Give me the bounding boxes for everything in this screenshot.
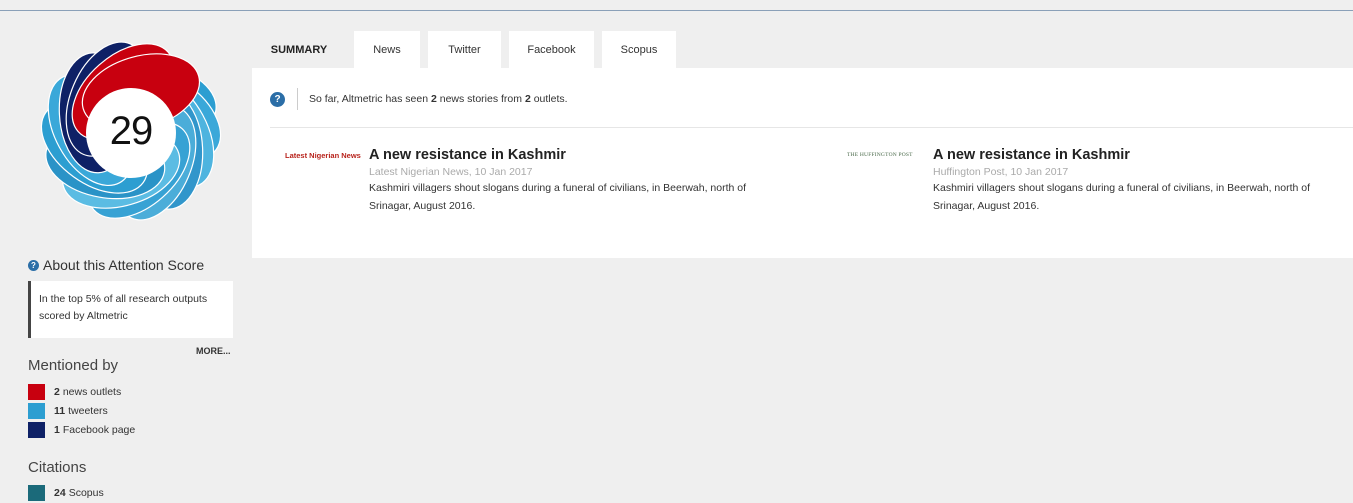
citation-label: Scopus — [68, 487, 104, 499]
info-text: So far, Altmetric has seen 2 news storie… — [309, 93, 568, 105]
tab-scopus[interactable]: Scopus — [602, 31, 676, 68]
citations-title: Citations — [28, 459, 87, 476]
story-meta: Latest Nigerian News, 10 Jan 2017 — [369, 166, 533, 178]
news-panel: ? So far, Altmetric has seen 2 news stor… — [252, 68, 1353, 258]
mention-label: news outlets — [62, 386, 122, 398]
attention-score: 29 — [109, 108, 154, 153]
scopus-swatch — [28, 485, 45, 501]
about-attention-score-link[interactable]: ? About this Attention Score — [28, 257, 204, 273]
help-icon[interactable]: ? — [270, 91, 285, 107]
score-context-box: In the top 5% of all research outputs sc… — [28, 281, 233, 338]
mention-count: 1 — [54, 424, 60, 436]
mention-label: tweeters — [68, 405, 108, 417]
more-link[interactable]: MORE... — [196, 346, 231, 356]
news-swatch — [28, 384, 45, 400]
citation-count: 24 — [54, 487, 66, 499]
mention-count: 11 — [54, 405, 66, 417]
info-line: ? So far, Altmetric has seen 2 news stor… — [270, 88, 568, 110]
top-rule — [0, 10, 1353, 11]
mentioned-by-title: Mentioned by — [28, 357, 119, 374]
story-title[interactable]: A new resistance in Kashmir — [933, 147, 1353, 163]
story-body: Kashmiri villagers shout slogans during … — [933, 182, 1311, 212]
huffington-post-logo: THE HUFFINGTON POST — [847, 152, 913, 158]
tab-facebook[interactable]: Facebook — [509, 31, 594, 68]
help-icon: ? — [28, 259, 39, 271]
twitter-swatch — [28, 403, 45, 419]
tab-bar: SUMMARY News Twitter Facebook Scopus — [252, 31, 684, 68]
news-story[interactable]: A new resistance in Kashmir Huffington P… — [933, 147, 1353, 215]
mention-facebook[interactable]: 1 Facebook page — [28, 422, 135, 438]
divider — [270, 127, 1353, 128]
about-label: About this Attention Score — [43, 257, 205, 273]
story-title[interactable]: A new resistance in Kashmir — [369, 147, 789, 163]
mention-count: 2 — [54, 386, 60, 398]
facebook-swatch — [28, 422, 45, 438]
tab-summary[interactable]: SUMMARY — [252, 31, 346, 68]
citation-scopus[interactable]: 24 Scopus — [28, 485, 104, 501]
tab-twitter[interactable]: Twitter — [428, 31, 501, 68]
latest-nigerian-news-logo: Latest Nigerian News — [285, 151, 361, 160]
mention-twitter[interactable]: 11 tweeters — [28, 403, 108, 419]
news-story[interactable]: A new resistance in Kashmir Latest Niger… — [369, 147, 789, 215]
divider-line — [297, 88, 298, 110]
mention-news[interactable]: 2 news outlets — [28, 384, 121, 400]
story-meta: Huffington Post, 10 Jan 2017 — [933, 166, 1069, 178]
story-body: Kashmiri villagers shout slogans during … — [369, 182, 747, 212]
tab-news[interactable]: News — [354, 31, 420, 68]
mention-label: Facebook page — [62, 424, 136, 436]
